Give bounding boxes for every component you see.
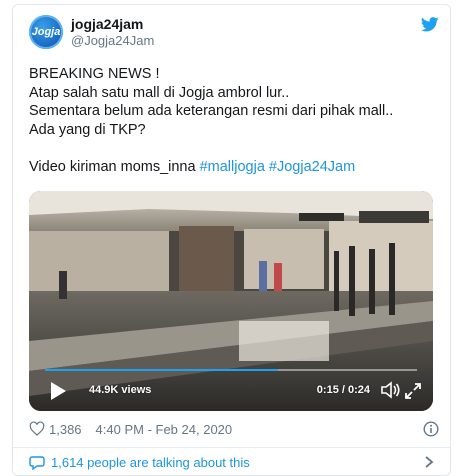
credit-line: Video kiriman moms_inna #malljogja #Jogj…: [29, 158, 439, 177]
avatar[interactable]: Jogja: [29, 15, 63, 49]
volume-icon[interactable]: [380, 381, 402, 399]
twitter-bird-icon[interactable]: [421, 17, 439, 32]
footer-divider: [13, 447, 450, 448]
conversation-link[interactable]: 1,614 people are talking about this: [29, 454, 250, 470]
like-count[interactable]: 1,386: [49, 422, 82, 437]
fullscreen-icon[interactable]: [404, 382, 422, 400]
video-progress-fill: [45, 369, 278, 371]
display-name[interactable]: jogja24jam: [71, 16, 154, 33]
tweet-line-4: Ada yang di TKP?: [29, 121, 146, 138]
video-views: 44.9K views: [89, 384, 152, 396]
play-icon[interactable]: [49, 381, 67, 401]
tweet-card[interactable]: Jogja jogja24jam @Jogja24Jam BREAKING NE…: [12, 4, 451, 476]
video-frame: [29, 191, 433, 411]
hashtag-jogja24jam[interactable]: #Jogja24Jam: [269, 159, 355, 175]
tweet-line-2: Atap salah satu mall di Jogja ambrol lur…: [29, 84, 290, 101]
talking-text: 1,614 people are talking about this: [51, 454, 250, 470]
tweet-text: BREAKING NEWS ! Atap salah satu mall di …: [29, 65, 439, 176]
handle[interactable]: @Jogja24Jam: [71, 33, 154, 49]
tweet-header: Jogja jogja24jam @Jogja24Jam: [29, 15, 439, 55]
video-time: 0:15 / 0:24: [316, 384, 370, 396]
heart-icon[interactable]: [29, 421, 45, 437]
tweet-meta: 1,386 4:40 PM - Feb 24, 2020: [29, 419, 439, 439]
avatar-text: Jogja: [31, 26, 61, 38]
chevron-right-icon[interactable]: [424, 455, 434, 469]
hashtag-malljogja[interactable]: #malljogja: [200, 159, 265, 175]
tweet-line-3: Sementara belum ada keterangan resmi dar…: [29, 103, 394, 119]
video-progress-bar[interactable]: [45, 369, 417, 371]
tweet-line-1: BREAKING NEWS !: [29, 66, 160, 82]
author-names: jogja24jam @Jogja24Jam: [71, 16, 154, 49]
credit-text: Video kiriman moms_inna: [29, 158, 196, 175]
video-player[interactable]: [29, 191, 433, 411]
info-icon[interactable]: [423, 421, 439, 437]
chat-bubble-icon: [29, 456, 45, 470]
tweet-timestamp[interactable]: 4:40 PM - Feb 24, 2020: [96, 422, 233, 437]
